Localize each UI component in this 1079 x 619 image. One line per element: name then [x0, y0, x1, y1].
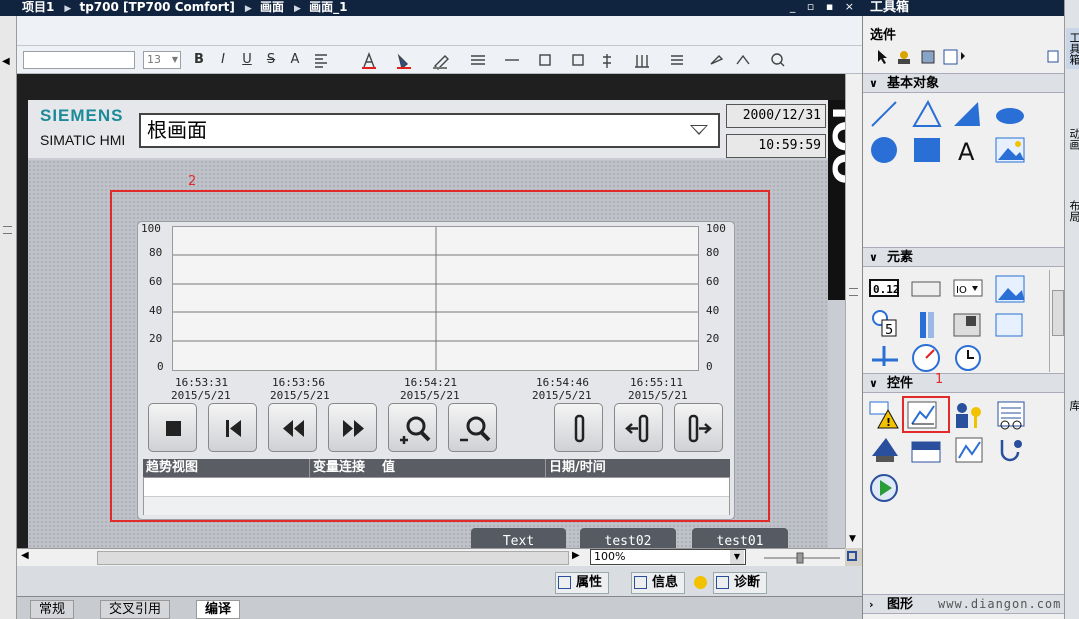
side-graphic-text: IOO	[828, 100, 845, 300]
hmi-button-test02[interactable]: test02	[580, 528, 676, 550]
annotation-marker-1: 1	[935, 372, 944, 387]
zoom-select[interactable]: 100% ▼	[590, 549, 746, 565]
editor-titlebar: 项目1 ▶ tp700 [TP700 Comfort] ▶ 画面 ▶ 画面_1 _ ▫…	[0, 0, 862, 16]
window-buttons[interactable]: _ ▫ ▪ ×	[790, 0, 858, 13]
format-toolbar-icons[interactable]	[307, 50, 787, 70]
basic-objects-palette[interactable]: A	[868, 98, 1033, 168]
options-toolbar[interactable]	[870, 46, 1060, 68]
canvas-vertical-scrollbar[interactable]: ▼	[845, 74, 862, 548]
italic-button[interactable]: I	[215, 50, 231, 70]
strike-button[interactable]: S	[263, 50, 279, 70]
svg-text:IO: IO	[956, 285, 967, 296]
grip-icon[interactable]	[3, 226, 12, 234]
toolbar-top	[17, 16, 862, 46]
annotation-marker-2: 2	[188, 174, 197, 189]
format-toolbar: 13 ▼ B I U S A	[17, 46, 862, 74]
tab-compile[interactable]: 编译	[196, 600, 241, 619]
diagnostics-icon	[716, 576, 729, 589]
screen-selector-value: 根画面	[147, 118, 207, 142]
crumb-screen[interactable]: 画面_1	[309, 0, 347, 14]
cross-reference-tab-label: 交叉引用	[109, 602, 162, 617]
graphics-label: 图形	[887, 597, 914, 612]
properties-tab-label: 属性	[576, 575, 603, 590]
scroll-thumb[interactable]	[1052, 290, 1064, 336]
font-name-field[interactable]	[23, 51, 135, 69]
info-icon	[634, 576, 647, 589]
crumb-project[interactable]: 项目1	[22, 0, 54, 14]
properties-icon	[558, 576, 571, 589]
info-tab-label: 信息	[652, 575, 679, 590]
controls-palette[interactable]: !	[868, 398, 1048, 504]
chevron-down-icon[interactable]	[690, 125, 708, 135]
arrow-left-icon[interactable]: ◀	[21, 550, 29, 561]
breadcrumb: 项目1 ▶ tp700 [TP700 Comfort] ▶ 画面 ▶ 画面_1	[22, 0, 348, 14]
bold-button[interactable]: B	[191, 50, 207, 70]
svg-text:5: 5	[885, 323, 893, 338]
chevron-down-icon[interactable]: ▼	[730, 550, 744, 564]
side-graphic-label: IOO	[828, 106, 845, 185]
task-card-tabs: 工具箱 动画 布局 库	[1064, 0, 1079, 619]
selection-highlight	[110, 190, 770, 522]
time-field[interactable]: 10:59:59	[726, 134, 826, 158]
zoom-value: 100%	[594, 550, 626, 563]
controls-label: 控件	[887, 376, 914, 391]
general-tab-label: 常规	[39, 602, 66, 617]
chevron-down-icon[interactable]: ∨	[869, 74, 878, 94]
date-field[interactable]: 2000/12/31	[726, 104, 826, 128]
basic-objects-label: 基本对象	[887, 76, 940, 91]
font-size-value: 13	[147, 53, 161, 66]
zoom-slider[interactable]	[762, 552, 842, 564]
elements-label: 元素	[887, 250, 914, 265]
svg-text:!: !	[886, 416, 891, 429]
side-tab-layout[interactable]: 布局	[1066, 200, 1079, 222]
fit-screen-icon[interactable]	[847, 551, 857, 561]
arrow-right-icon[interactable]: ▶	[572, 550, 580, 561]
svg-text:A: A	[958, 138, 975, 166]
crumb-screens[interactable]: 画面	[260, 0, 284, 14]
font-size-up-button[interactable]: A	[287, 50, 303, 70]
chevron-down-icon[interactable]: ∨	[869, 248, 878, 268]
font-size-field[interactable]: 13 ▼	[143, 51, 181, 69]
compile-tab-label: 编译	[205, 602, 232, 617]
tab-cross-reference[interactable]: 交叉引用	[100, 600, 171, 619]
chevron-right-icon[interactable]: ›	[869, 595, 874, 615]
scroll-thumb[interactable]	[97, 551, 569, 565]
siemens-logo: SIEMENS	[40, 106, 124, 125]
side-tab-library[interactable]: 库	[1066, 400, 1079, 411]
section-basic-objects[interactable]: ∨ 基本对象	[863, 73, 1064, 93]
arrow-down-icon[interactable]: ▼	[849, 534, 856, 544]
toolbox-title-label: 工具箱	[870, 0, 910, 15]
toolbox-options: 选件	[870, 28, 897, 43]
elements-palette[interactable]: 0.12 IO 5	[868, 274, 1048, 372]
elements-scrollbar[interactable]	[1049, 270, 1064, 372]
tab-general[interactable]: 常规	[30, 600, 75, 619]
diagnostics-tab-label: 诊断	[734, 575, 761, 590]
section-elements[interactable]: ∨ 元素	[863, 247, 1064, 267]
side-tab-animation[interactable]: 动画	[1066, 128, 1079, 150]
crumb-device[interactable]: tp700 [TP700 Comfort]	[79, 0, 234, 14]
screen-selector[interactable]: 根画面	[139, 113, 720, 148]
grip-icon[interactable]	[849, 288, 858, 296]
toolbox-title: 工具箱	[862, 0, 1064, 16]
watermark: www.diangon.com	[938, 597, 1062, 611]
simatic-hmi-label: SIMATIC HMI	[40, 132, 126, 148]
section-controls[interactable]: ∨ 控件	[863, 373, 1064, 393]
hmi-button-text[interactable]: Text	[471, 528, 566, 550]
cursor-icon	[878, 50, 887, 64]
info-warning-icon	[694, 576, 707, 589]
svg-text:0.12: 0.12	[873, 283, 900, 296]
underline-button[interactable]: U	[239, 50, 255, 70]
side-tab-toolbox[interactable]: 工具箱	[1066, 28, 1079, 69]
hmi-button-test01[interactable]: test01	[692, 528, 788, 550]
project-tree-strip[interactable]: ◀	[0, 16, 17, 619]
chevron-left-icon[interactable]: ◀	[2, 56, 10, 67]
chevron-down-icon[interactable]: ∨	[869, 374, 878, 394]
